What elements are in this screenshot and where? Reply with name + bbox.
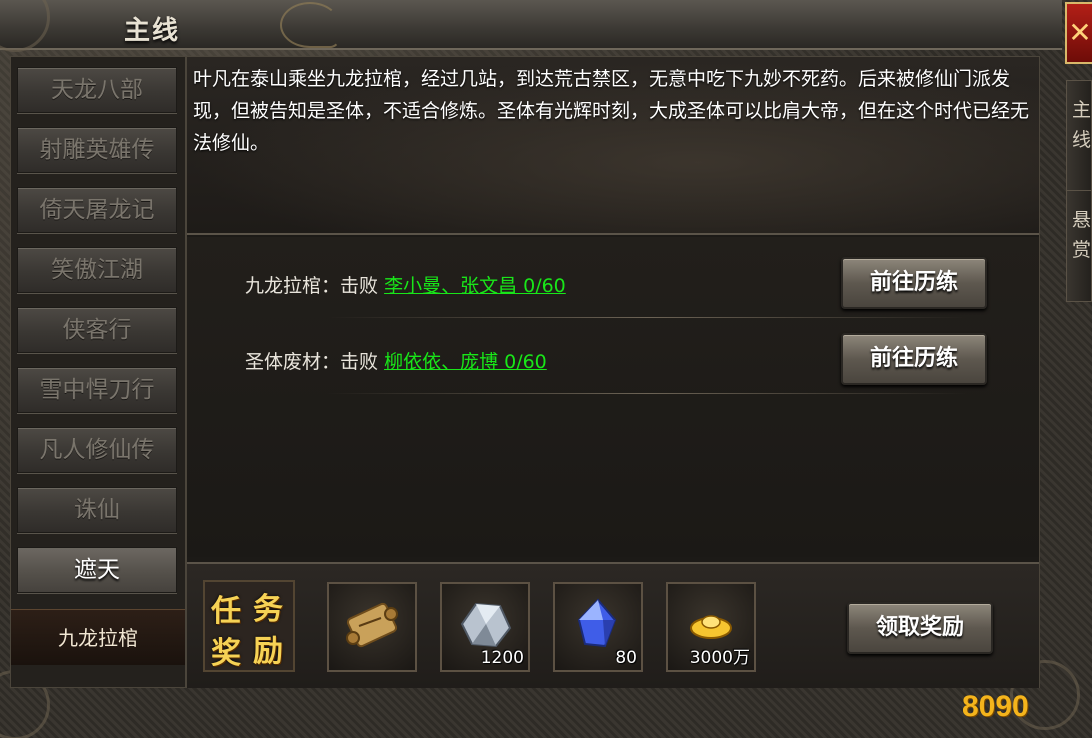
reward-slot[interactable]: [327, 582, 417, 672]
quest-row: 九龙拉棺：击败 李小曼、张文昌 0/60 前往历练: [187, 243, 1039, 319]
window-title: 主线: [124, 16, 181, 46]
chapter-fanren[interactable]: 凡人修仙传: [17, 427, 177, 473]
chapter-xiaoao[interactable]: 笑傲江湖: [17, 247, 177, 293]
chapter-sidebar: 天龙八部 射雕英雄传 倚天屠龙记 笑傲江湖 侠客行 雪中悍刀行 凡人修仙传 诛仙…: [10, 56, 186, 688]
window-frame: 主线 ✕ 主线 悬赏 天龙八部 射雕英雄传 倚天屠龙记 笑傲江湖 侠客行 雪中悍…: [0, 0, 1092, 738]
reward-title-char: 任: [211, 594, 241, 629]
claim-reward-button[interactable]: 领取奖励: [847, 602, 993, 654]
sub-chapter-jiulong[interactable]: 九龙拉棺: [11, 609, 185, 665]
reward-slot[interactable]: 3000万: [666, 582, 756, 672]
quest-label: 九龙拉棺：击败 李小曼、张文昌 0/60: [245, 271, 566, 298]
chapter-xuezhong[interactable]: 雪中悍刀行: [17, 367, 177, 413]
reward-count: 3000万: [689, 648, 750, 668]
quest-name: 九龙拉棺：击败: [245, 275, 379, 297]
task-reward-label: 任 务 奖 励: [203, 580, 295, 672]
chapter-tianlong[interactable]: 天龙八部: [17, 67, 177, 113]
chapter-yitian[interactable]: 倚天屠龙记: [17, 187, 177, 233]
chapter-zhetian[interactable]: 遮天: [17, 547, 177, 593]
close-button[interactable]: ✕: [1065, 2, 1092, 64]
divider: [327, 393, 967, 394]
reward-slot[interactable]: 80: [553, 582, 643, 672]
reward-bar: 任 务 奖 励 1200 80 3000万 领取奖励: [187, 562, 1039, 688]
scroll-icon: [346, 602, 398, 648]
reward-title-char: 奖: [211, 636, 241, 671]
go-train-button[interactable]: 前往历练: [841, 257, 987, 309]
story-text: 叶凡在泰山乘坐九龙拉棺，经过几站，到达荒古禁区，无意中吃下九妙不死药。后来被修仙…: [193, 68, 1030, 154]
chapter-shediao[interactable]: 射雕英雄传: [17, 127, 177, 173]
title-bar: 主线: [0, 0, 1062, 50]
tab-main-quest[interactable]: 主线: [1066, 80, 1092, 192]
quest-target-link[interactable]: 柳依依、庞博 0/60: [384, 351, 547, 373]
reward-slot[interactable]: 1200: [440, 582, 530, 672]
quest-row: 圣体废材：击败 柳依依、庞博 0/60 前往历练: [187, 319, 1039, 395]
go-train-button[interactable]: 前往历练: [841, 333, 987, 385]
chapter-xiake[interactable]: 侠客行: [17, 307, 177, 353]
reward-title-char: 励: [253, 634, 283, 669]
site-watermark: 8090: [962, 690, 1029, 723]
reward-count: 1200: [480, 648, 524, 668]
quest-panel: 叶凡在泰山乘坐九龙拉棺，经过几站，到达荒古禁区，无意中吃下九妙不死药。后来被修仙…: [186, 56, 1040, 688]
quest-name: 圣体废材：击败: [245, 351, 379, 373]
dragon-ornament-icon: [280, 2, 340, 48]
reward-count: 80: [615, 648, 637, 668]
reward-title-char: 务: [253, 592, 283, 627]
quest-label: 圣体废材：击败 柳依依、庞博 0/60: [245, 347, 547, 374]
chapter-zhuxian[interactable]: 诛仙: [17, 487, 177, 533]
quest-list: 九龙拉棺：击败 李小曼、张文昌 0/60 前往历练 圣体废材：击败 柳依依、庞博…: [187, 237, 1039, 557]
tab-bounty[interactable]: 悬赏: [1066, 190, 1092, 302]
story-box: 叶凡在泰山乘坐九龙拉棺，经过几站，到达荒古禁区，无意中吃下九妙不死药。后来被修仙…: [187, 57, 1039, 235]
quest-target-link[interactable]: 李小曼、张文昌 0/60: [384, 275, 566, 297]
divider: [327, 317, 967, 318]
